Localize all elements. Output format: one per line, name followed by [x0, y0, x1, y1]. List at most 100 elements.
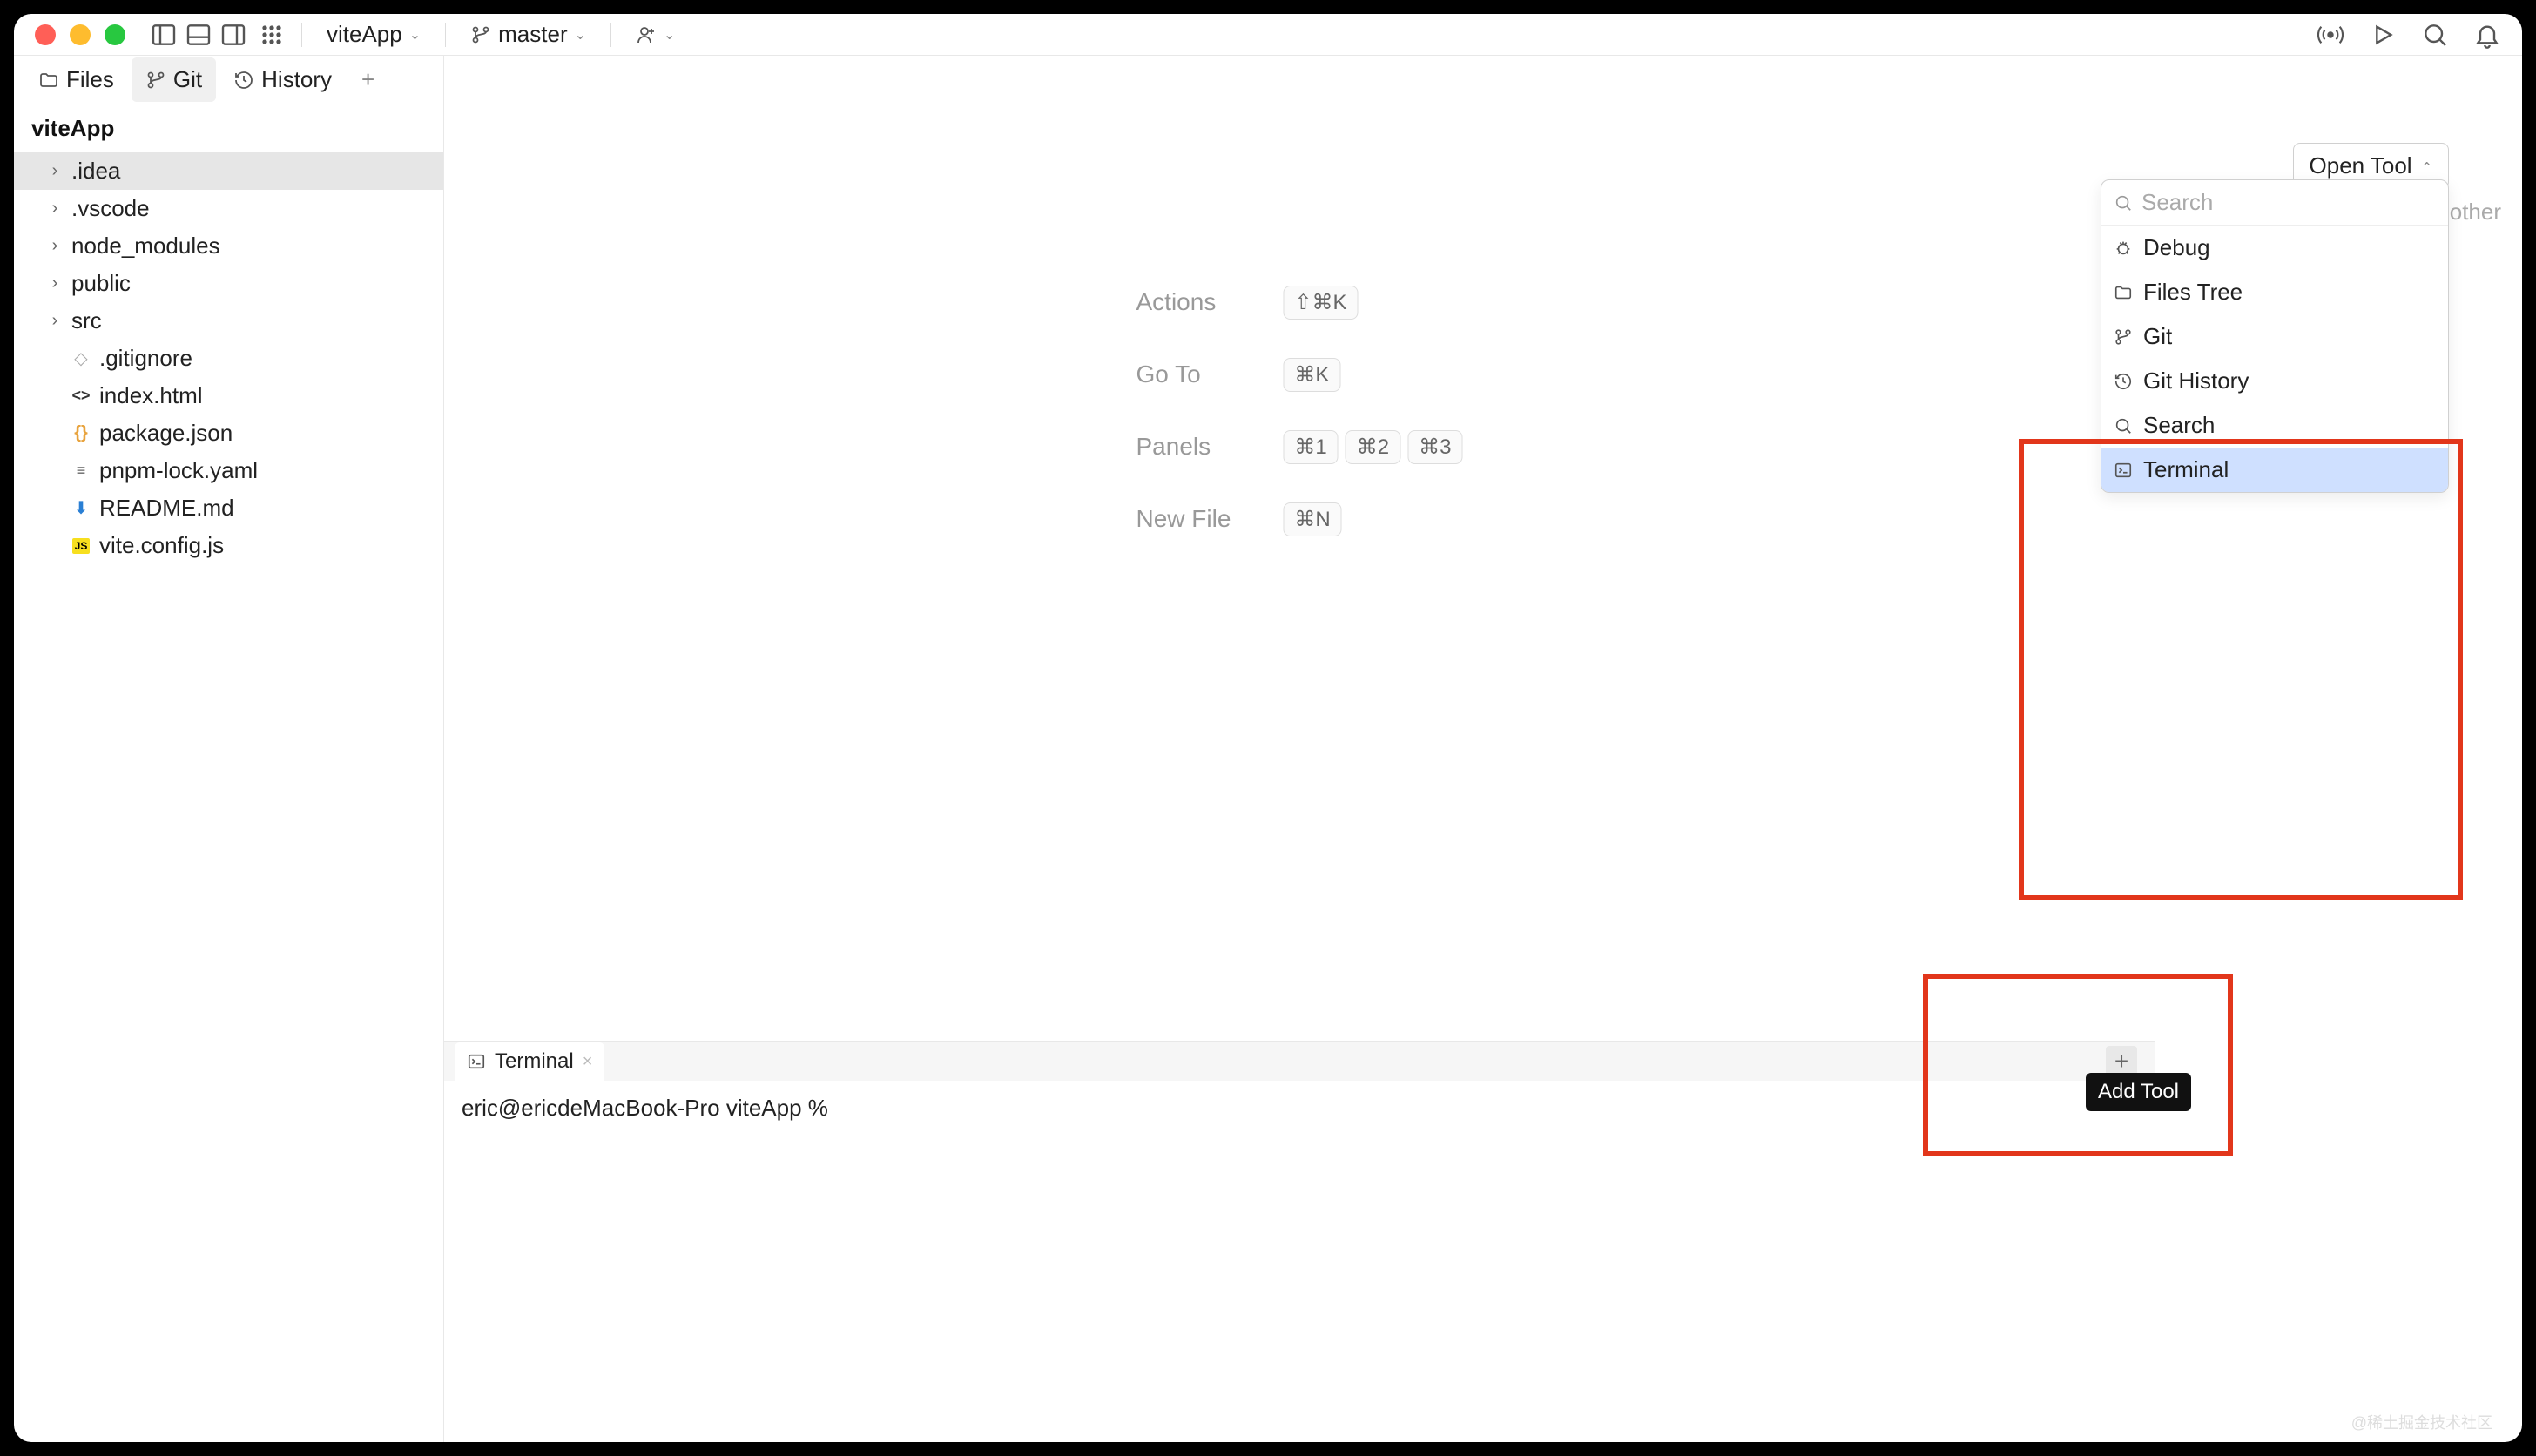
body: Files Git History + viteApp › .idea › .vsco…	[14, 56, 2522, 1442]
search-icon	[2114, 416, 2133, 435]
terminal-tab-label: Terminal	[495, 1049, 574, 1074]
keyboard-hints: Actions⇧⌘KGo To⌘KPanels⌘1⌘2⌘3New File⌘N	[1136, 286, 1463, 536]
terminal-icon	[467, 1052, 486, 1071]
add-user-menu[interactable]: ⌄	[627, 24, 684, 45]
branch-selector[interactable]: master ⌄	[462, 21, 595, 48]
add-tab-button[interactable]: +	[353, 61, 383, 98]
chevron-down-icon: ⌄	[664, 26, 675, 44]
js-icon: JS	[71, 536, 91, 556]
other-label: other	[2450, 199, 2501, 226]
file-name: .gitignore	[99, 345, 192, 372]
terminal-icon	[2114, 461, 2133, 480]
tab-label: Files	[66, 66, 114, 93]
tree-item[interactable]: JS vite.config.js	[14, 527, 443, 564]
history-icon	[2114, 372, 2133, 391]
chevron-up-icon: ⌄	[2421, 158, 2432, 175]
json-icon: {}	[71, 424, 91, 443]
dropdown-item-label: Files Tree	[2143, 279, 2243, 306]
broadcast-icon[interactable]	[2317, 21, 2344, 49]
separator	[301, 23, 302, 47]
chevron-down-icon: ⌄	[575, 26, 586, 44]
file-name: index.html	[99, 382, 203, 409]
kbd: ⌘3	[1407, 430, 1462, 464]
folder-icon	[38, 70, 59, 91]
search-icon[interactable]	[2421, 21, 2449, 49]
file-name: node_modules	[71, 233, 220, 260]
open-tool-dropdown: Debug Files Tree GitGit HistorySearch Termi…	[2101, 179, 2449, 493]
terminal-tab[interactable]: Terminal ×	[455, 1042, 604, 1081]
dropdown-item-debug[interactable]: Debug	[2101, 226, 2448, 270]
bell-icon[interactable]	[2473, 21, 2501, 49]
sidebar: Files Git History + viteApp › .idea › .vsco…	[14, 56, 444, 1442]
dropdown-item-label: Terminal	[2143, 456, 2229, 483]
file-name: .idea	[71, 158, 120, 185]
file-name: vite.config.js	[99, 532, 224, 559]
search-icon	[2114, 193, 2133, 212]
watermark: @稀土掘金技术社区	[2351, 1411, 2492, 1433]
tree-item[interactable]: › .idea	[14, 152, 443, 190]
project-root[interactable]: viteApp	[14, 104, 443, 152]
tab-git[interactable]: Git	[132, 57, 216, 102]
titlebar: viteApp ⌄ master ⌄ ⌄	[14, 14, 2522, 56]
dropdown-item-files-tree[interactable]: Files Tree	[2101, 270, 2448, 314]
tree-item[interactable]: ≡pnpm-lock.yaml	[14, 452, 443, 489]
hint-shortcuts: ⇧⌘K	[1283, 286, 1462, 320]
close-icon[interactable]: ×	[583, 1052, 593, 1072]
window-controls	[35, 24, 125, 45]
tab-history[interactable]: History	[219, 57, 346, 102]
tree-item[interactable]: ›node_modules	[14, 227, 443, 265]
close-window[interactable]	[35, 24, 56, 45]
editor-area: Actions⇧⌘KGo To⌘KPanels⌘1⌘2⌘3New File⌘N	[444, 56, 2155, 1041]
app-window: viteApp ⌄ master ⌄ ⌄ Files	[14, 14, 2522, 1442]
tree-item[interactable]: ›public	[14, 265, 443, 302]
kbd: ⌘1	[1283, 430, 1338, 464]
search-input[interactable]	[2141, 189, 2436, 216]
chevron-right-icon: ›	[47, 161, 63, 181]
tree-item[interactable]: ◇ .gitignore	[14, 340, 443, 377]
right-panel: Open Tool ⌄ other DebugFiles TreeGitGit …	[2155, 56, 2522, 1442]
project-selector[interactable]: viteApp ⌄	[318, 21, 429, 48]
separator	[445, 23, 446, 47]
terminal-tabs: Terminal × +	[444, 1042, 2155, 1081]
file-name: README.md	[99, 495, 234, 522]
hint-shortcuts: ⌘N	[1283, 502, 1462, 536]
tab-files[interactable]: Files	[24, 57, 128, 102]
dropdown-item-git[interactable]: Git	[2101, 314, 2448, 359]
html-icon: <>	[71, 387, 91, 406]
dropdown-item-git-history[interactable]: Git History	[2101, 359, 2448, 403]
dropdown-item-terminal[interactable]: Terminal	[2101, 448, 2448, 492]
tree-item[interactable]: {}package.json	[14, 415, 443, 452]
terminal-body[interactable]: eric@ericdeMacBook-Pro viteApp %	[444, 1081, 2155, 1442]
tree-item[interactable]: <> index.html	[14, 377, 443, 415]
yaml-icon: ≡	[71, 462, 91, 481]
chevron-right-icon: ›	[47, 199, 63, 219]
terminal-panel: Terminal × + eric@ericdeMacBook-Pro vite…	[444, 1041, 2155, 1442]
tab-label: Git	[173, 66, 202, 93]
tree-item[interactable]: › .vscode	[14, 190, 443, 227]
maximize-window[interactable]	[105, 24, 125, 45]
project-name: viteApp	[327, 21, 402, 48]
branch-name: master	[498, 21, 567, 48]
file-tree: ›.idea›.vscode›node_modules›public›src◇.…	[14, 152, 443, 1442]
file-name: public	[71, 270, 131, 297]
hint-label: Actions	[1136, 288, 1231, 316]
separator	[610, 23, 611, 47]
tree-item[interactable]: ⬇README.md	[14, 489, 443, 527]
panel-right-icon[interactable]	[219, 21, 247, 49]
person-plus-icon	[636, 24, 657, 45]
dropdown-item-search[interactable]: Search	[2101, 403, 2448, 448]
kbd: ⇧⌘K	[1283, 286, 1358, 320]
panel-left-icon[interactable]	[150, 21, 178, 49]
open-tool-label: Open Tool	[2310, 152, 2412, 179]
apps-grid-icon[interactable]	[258, 21, 286, 49]
git-ignore-icon: ◇	[71, 349, 91, 368]
tree-item[interactable]: ›src	[14, 302, 443, 340]
minimize-window[interactable]	[70, 24, 91, 45]
sidebar-tabs: Files Git History +	[14, 56, 443, 104]
file-name: .vscode	[71, 195, 150, 222]
panel-bottom-icon[interactable]	[185, 21, 212, 49]
chevron-right-icon: ›	[47, 311, 63, 331]
run-icon[interactable]	[2369, 21, 2397, 49]
tab-label: History	[261, 66, 332, 93]
dropdown-item-label: Debug	[2143, 234, 2210, 261]
